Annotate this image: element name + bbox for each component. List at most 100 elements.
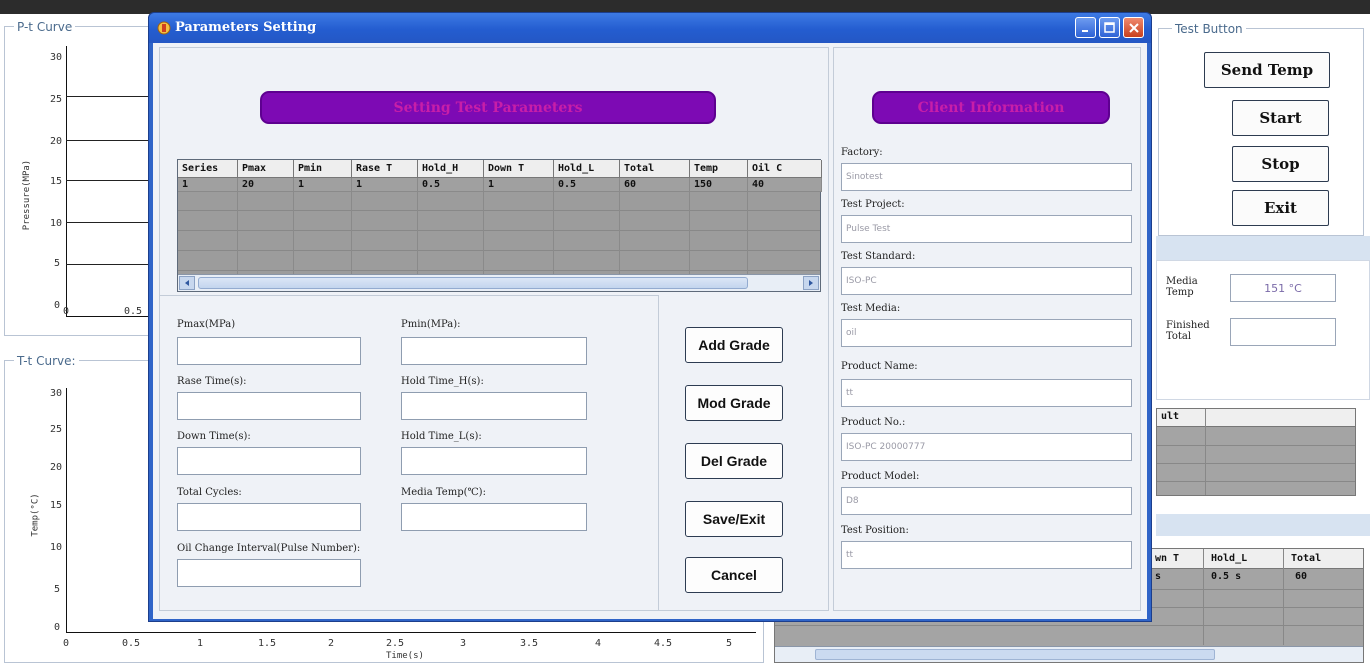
test-media-field[interactable]: oil xyxy=(841,319,1132,347)
tt-y-tick: 25 xyxy=(50,424,63,435)
product-no-label: Product No.: xyxy=(841,417,906,428)
table-header[interactable]: Rase T xyxy=(352,160,418,178)
table-cell[interactable]: 60 xyxy=(620,178,690,192)
pt-y-tick: 20 xyxy=(50,136,63,147)
product-no-field[interactable]: ISO-PC 20000777 xyxy=(841,433,1132,461)
tt-x-tick: 2.5 xyxy=(386,638,405,649)
down-time-label: Down Time(s): xyxy=(177,431,251,442)
media-temp-value: 151 °C xyxy=(1230,274,1336,302)
media-temp-label: Media Temp(℃): xyxy=(401,487,486,498)
tt-curve-title: T-t Curve: xyxy=(14,354,79,368)
table-cell[interactable]: 1 xyxy=(294,178,352,192)
test-project-field[interactable]: Pulse Test xyxy=(841,215,1132,243)
test-standard-label: Test Standard: xyxy=(841,251,916,262)
bottom-table-cell: 60 xyxy=(1295,571,1308,582)
table-header[interactable]: Oil C xyxy=(748,160,822,178)
tt-x-tick: 1.5 xyxy=(258,638,277,649)
grade-table[interactable]: Series Pmax Pmin Rase T Hold_H Down T Ho… xyxy=(177,159,822,292)
tt-x-tick: 3.5 xyxy=(520,638,539,649)
total-cycles-label: Total Cycles: xyxy=(177,487,242,498)
bottom-table-cell: s xyxy=(1155,571,1162,582)
del-grade-button[interactable]: Del Grade xyxy=(685,443,783,479)
oil-change-interval-input[interactable] xyxy=(177,559,361,587)
rise-time-input[interactable] xyxy=(177,392,361,420)
table-cell[interactable]: 20 xyxy=(238,178,294,192)
maximize-icon xyxy=(1104,22,1115,33)
table-header[interactable]: Hold_H xyxy=(418,160,484,178)
rise-time-label: Rase Time(s): xyxy=(177,376,247,387)
test-standard-field[interactable]: ISO-PC xyxy=(841,267,1132,295)
media-temp-input[interactable] xyxy=(401,503,587,531)
exit-button[interactable]: Exit xyxy=(1232,190,1329,226)
table-cell[interactable]: 0.5 xyxy=(418,178,484,192)
tt-y-tick: 10 xyxy=(50,542,63,553)
table-cell[interactable]: 150 xyxy=(690,178,748,192)
factory-field[interactable]: Sinotest xyxy=(841,163,1132,191)
stop-button[interactable]: Stop xyxy=(1232,146,1329,182)
maximize-button[interactable] xyxy=(1099,17,1120,38)
tt-y-tick: 20 xyxy=(50,462,63,473)
chevron-left-icon xyxy=(185,280,189,286)
minimize-icon xyxy=(1081,29,1088,32)
result-header: ult xyxy=(1161,411,1180,422)
pt-x-tick: 0 xyxy=(63,306,70,317)
table-header[interactable]: Series xyxy=(178,160,238,178)
tt-x-tick: 2 xyxy=(328,638,335,649)
pt-y-axis xyxy=(66,46,67,316)
pt-gridline xyxy=(66,180,154,181)
app-icon xyxy=(157,21,171,35)
hold-time-l-input[interactable] xyxy=(401,447,587,475)
table-cell[interactable]: 1 xyxy=(352,178,418,192)
table-header[interactable]: Pmax xyxy=(238,160,294,178)
tt-x-label: Time(s) xyxy=(386,651,424,661)
close-button[interactable] xyxy=(1123,17,1144,38)
table-header[interactable]: Hold_L xyxy=(554,160,620,178)
cancel-button[interactable]: Cancel xyxy=(685,557,783,593)
scroll-left-button[interactable] xyxy=(179,276,195,290)
mod-grade-button[interactable]: Mod Grade xyxy=(685,385,783,421)
send-temp-button[interactable]: Send Temp xyxy=(1204,52,1330,88)
total-cycles-input[interactable] xyxy=(177,503,361,531)
table-header[interactable]: Total xyxy=(620,160,690,178)
status-panel-header xyxy=(1156,236,1370,260)
lower-panel-header xyxy=(1156,514,1370,536)
pmax-label: Pmax(MPa) xyxy=(177,319,236,330)
scroll-thumb[interactable] xyxy=(198,277,748,289)
tt-x-tick: 5 xyxy=(726,638,733,649)
tt-x-tick: 0.5 xyxy=(122,638,141,649)
hold-time-h-input[interactable] xyxy=(401,392,587,420)
finished-total-value xyxy=(1230,318,1336,346)
product-name-field[interactable]: tt xyxy=(841,379,1132,407)
tt-x-tick: 4.5 xyxy=(654,638,673,649)
table-header[interactable]: Temp xyxy=(690,160,748,178)
bottom-table-hscroll[interactable] xyxy=(775,646,1363,662)
pt-gridline xyxy=(66,222,154,223)
minimize-button[interactable] xyxy=(1075,17,1096,38)
pmax-input[interactable] xyxy=(177,337,361,365)
pmin-input[interactable] xyxy=(401,337,587,365)
scroll-right-button[interactable] xyxy=(803,276,819,290)
add-grade-button[interactable]: Add Grade xyxy=(685,327,783,363)
down-time-input[interactable] xyxy=(177,447,361,475)
product-model-field[interactable]: D8 xyxy=(841,487,1132,515)
dialog-titlebar[interactable]: Parameters Setting xyxy=(149,13,1151,43)
tt-x-tick: 0 xyxy=(63,638,70,649)
save-exit-button[interactable]: Save/Exit xyxy=(685,501,783,537)
table-cell[interactable]: 0.5 xyxy=(554,178,620,192)
pt-y-label: Pressure(MPa) xyxy=(22,159,33,231)
factory-label: Factory: xyxy=(841,147,883,158)
product-model-label: Product Model: xyxy=(841,471,920,482)
table-header[interactable]: Down T xyxy=(484,160,554,178)
pt-gridline xyxy=(66,264,154,265)
grade-table-hscroll[interactable] xyxy=(178,274,820,291)
test-position-field[interactable]: tt xyxy=(841,541,1132,569)
table-cell[interactable]: 40 xyxy=(748,178,822,192)
table-cell[interactable]: 1 xyxy=(178,178,238,192)
tt-y-axis xyxy=(66,388,67,632)
start-button[interactable]: Start xyxy=(1232,100,1329,136)
bottom-table-header: Total xyxy=(1291,553,1322,564)
tt-y-tick: 15 xyxy=(50,500,63,511)
test-position-label: Test Position: xyxy=(841,525,909,536)
table-header[interactable]: Pmin xyxy=(294,160,352,178)
table-cell[interactable]: 1 xyxy=(484,178,554,192)
